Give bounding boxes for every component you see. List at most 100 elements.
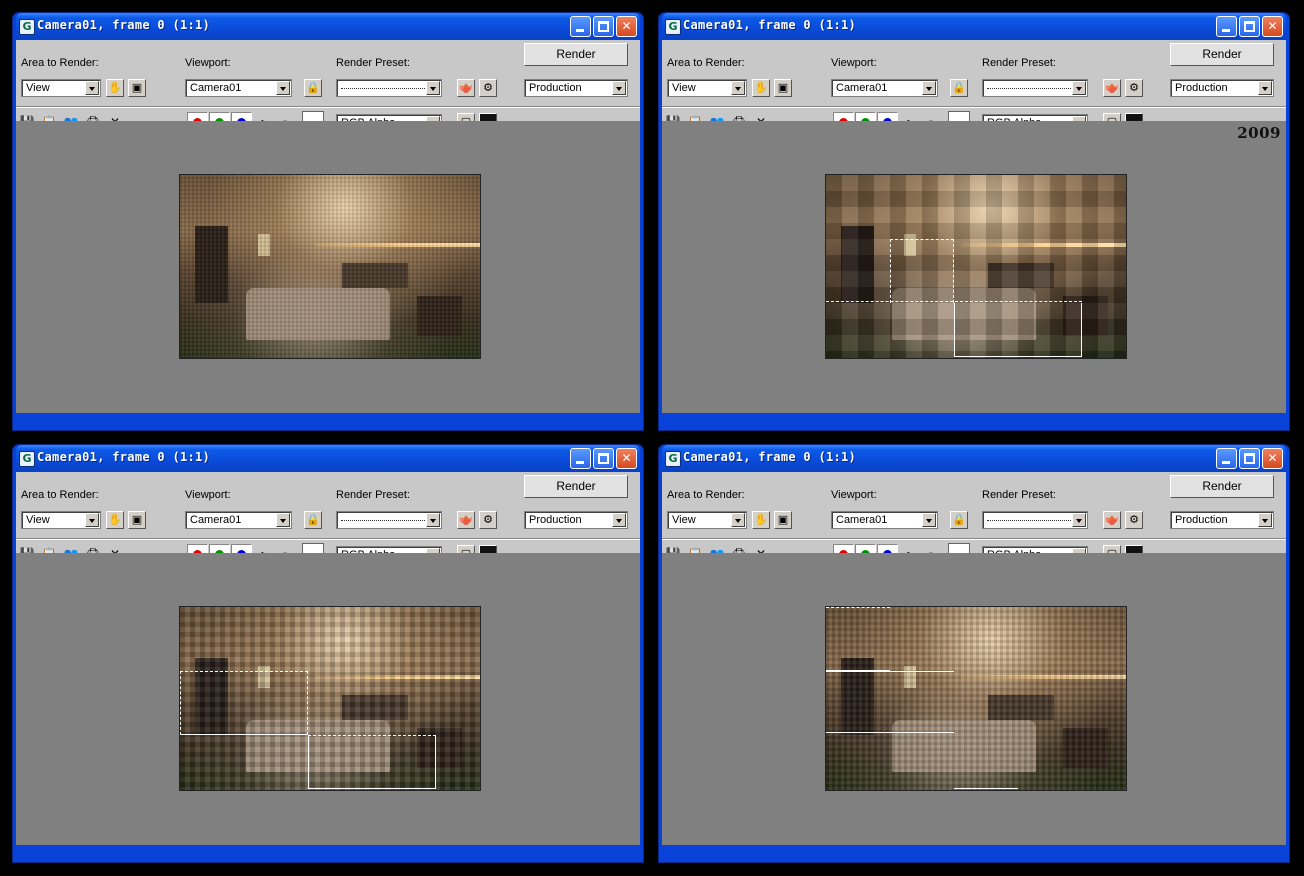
preset-dropdown[interactable]: Production — [524, 79, 628, 97]
app-icon[interactable]: G — [19, 451, 35, 467]
render-button[interactable]: Render — [524, 475, 628, 498]
app-icon[interactable]: G — [19, 19, 35, 35]
close-icon[interactable]: ✕ — [1262, 448, 1283, 469]
auto-region-icon[interactable]: ▣ — [128, 511, 146, 529]
viewport-label: Viewport: — [831, 489, 877, 501]
lock-icon[interactable]: 🔒 — [950, 79, 968, 97]
render-bucket — [826, 301, 1082, 302]
window-title: Camera01, frame 0 (1:1) — [683, 18, 857, 32]
render-button[interactable]: Render — [524, 43, 628, 66]
area-to-render-label: Area to Render: — [667, 57, 745, 69]
render-setup-icon[interactable]: 🫖 — [1103, 511, 1121, 529]
render-area — [662, 553, 1286, 845]
rendered-image — [825, 174, 1127, 359]
rendered-image — [825, 606, 1127, 791]
title-bar[interactable]: G Camera01, frame 0 (1:1) ✕ — [662, 445, 1286, 472]
render-bucket — [308, 735, 436, 789]
lock-icon[interactable]: 🔒 — [304, 79, 322, 97]
auto-region-icon[interactable]: ▣ — [774, 79, 792, 97]
year-label: 2009 — [1237, 124, 1281, 142]
rendered-image — [179, 174, 481, 359]
render-setup-icon[interactable]: 🫖 — [457, 511, 475, 529]
render-window-3: G Camera01, frame 0 (1:1) ✕ Area to Rend… — [12, 444, 644, 863]
app-icon[interactable]: G — [665, 451, 681, 467]
preset-dropdown[interactable]: Production — [1170, 511, 1274, 529]
render-controls: Area to Render: View ✋ ▣ Viewport: Camer… — [16, 472, 640, 565]
maximize-icon[interactable] — [1239, 448, 1260, 469]
rendered-image — [179, 606, 481, 791]
area-to-render-label: Area to Render: — [21, 57, 99, 69]
auto-region-icon[interactable]: ▣ — [128, 79, 146, 97]
environment-icon[interactable]: ⚙ — [479, 511, 497, 529]
viewport-dropdown[interactable]: Camera01 — [831, 79, 938, 97]
render-preset-dropdown[interactable] — [982, 79, 1088, 97]
render-area — [16, 553, 640, 845]
render-preset-label: Render Preset: — [982, 489, 1056, 501]
area-to-render-label: Area to Render: — [21, 489, 99, 501]
edit-region-icon[interactable]: ✋ — [106, 79, 124, 97]
render-preset-label: Render Preset: — [982, 57, 1056, 69]
render-bucket — [890, 239, 954, 303]
viewport-dropdown[interactable]: Camera01 — [185, 79, 292, 97]
edit-region-icon[interactable]: ✋ — [752, 79, 770, 97]
render-area: 2009 — [662, 121, 1286, 413]
render-preset-dropdown[interactable] — [336, 511, 442, 529]
render-preset-label: Render Preset: — [336, 57, 410, 69]
close-icon[interactable]: ✕ — [616, 16, 637, 37]
minimize-icon[interactable] — [1216, 16, 1237, 37]
render-setup-icon[interactable]: 🫖 — [1103, 79, 1121, 97]
environment-icon[interactable]: ⚙ — [1125, 79, 1143, 97]
viewport-dropdown[interactable]: Camera01 — [185, 511, 292, 529]
area-to-render-dropdown[interactable]: View — [667, 79, 747, 97]
title-bar[interactable]: G Camera01, frame 0 (1:1) ✕ — [662, 13, 1286, 40]
render-window-1: G Camera01, frame 0 (1:1) ✕ Area to Rend… — [12, 12, 644, 431]
render-bucket — [180, 671, 308, 735]
edit-region-icon[interactable]: ✋ — [752, 511, 770, 529]
render-bucket — [954, 303, 1082, 357]
render-bucket — [826, 607, 890, 671]
title-bar[interactable]: G Camera01, frame 0 (1:1) ✕ — [16, 13, 640, 40]
render-window-2: G Camera01, frame 0 (1:1) ✕ Area to Rend… — [658, 12, 1290, 431]
title-bar[interactable]: G Camera01, frame 0 (1:1) ✕ — [16, 445, 640, 472]
maximize-icon[interactable] — [593, 448, 614, 469]
render-window-4: G Camera01, frame 0 (1:1) ✕ Area to Rend… — [658, 444, 1290, 863]
render-button[interactable]: Render — [1170, 43, 1274, 66]
lock-icon[interactable]: 🔒 — [304, 511, 322, 529]
area-to-render-dropdown[interactable]: View — [667, 511, 747, 529]
lock-icon[interactable]: 🔒 — [950, 511, 968, 529]
preset-dropdown[interactable]: Production — [1170, 79, 1274, 97]
area-to-render-dropdown[interactable]: View — [21, 79, 101, 97]
viewport-label: Viewport: — [831, 57, 877, 69]
minimize-icon[interactable] — [570, 16, 591, 37]
render-bucket — [826, 671, 954, 733]
maximize-icon[interactable] — [593, 16, 614, 37]
render-setup-icon[interactable]: 🫖 — [457, 79, 475, 97]
window-title: Camera01, frame 0 (1:1) — [37, 450, 211, 464]
render-preset-dropdown[interactable] — [982, 511, 1088, 529]
app-icon[interactable]: G — [665, 19, 681, 35]
render-area — [16, 121, 640, 413]
render-preset-dropdown[interactable] — [336, 79, 442, 97]
environment-icon[interactable]: ⚙ — [479, 79, 497, 97]
close-icon[interactable]: ✕ — [1262, 16, 1283, 37]
window-title: Camera01, frame 0 (1:1) — [683, 450, 857, 464]
render-bucket — [954, 733, 1018, 789]
minimize-icon[interactable] — [570, 448, 591, 469]
environment-icon[interactable]: ⚙ — [1125, 511, 1143, 529]
area-to-render-label: Area to Render: — [667, 489, 745, 501]
render-controls: Area to Render: View ✋ ▣ Viewport: Camer… — [16, 40, 640, 133]
preset-dropdown[interactable]: Production — [524, 511, 628, 529]
area-to-render-dropdown[interactable]: View — [21, 511, 101, 529]
window-title: Camera01, frame 0 (1:1) — [37, 18, 211, 32]
viewport-label: Viewport: — [185, 57, 231, 69]
render-controls: Area to Render: View ✋ ▣ Viewport: Camer… — [662, 40, 1286, 133]
viewport-dropdown[interactable]: Camera01 — [831, 511, 938, 529]
edit-region-icon[interactable]: ✋ — [106, 511, 124, 529]
close-icon[interactable]: ✕ — [616, 448, 637, 469]
render-button[interactable]: Render — [1170, 475, 1274, 498]
maximize-icon[interactable] — [1239, 16, 1260, 37]
auto-region-icon[interactable]: ▣ — [774, 511, 792, 529]
minimize-icon[interactable] — [1216, 448, 1237, 469]
viewport-label: Viewport: — [185, 489, 231, 501]
render-controls: Area to Render: View ✋ ▣ Viewport: Camer… — [662, 472, 1286, 565]
